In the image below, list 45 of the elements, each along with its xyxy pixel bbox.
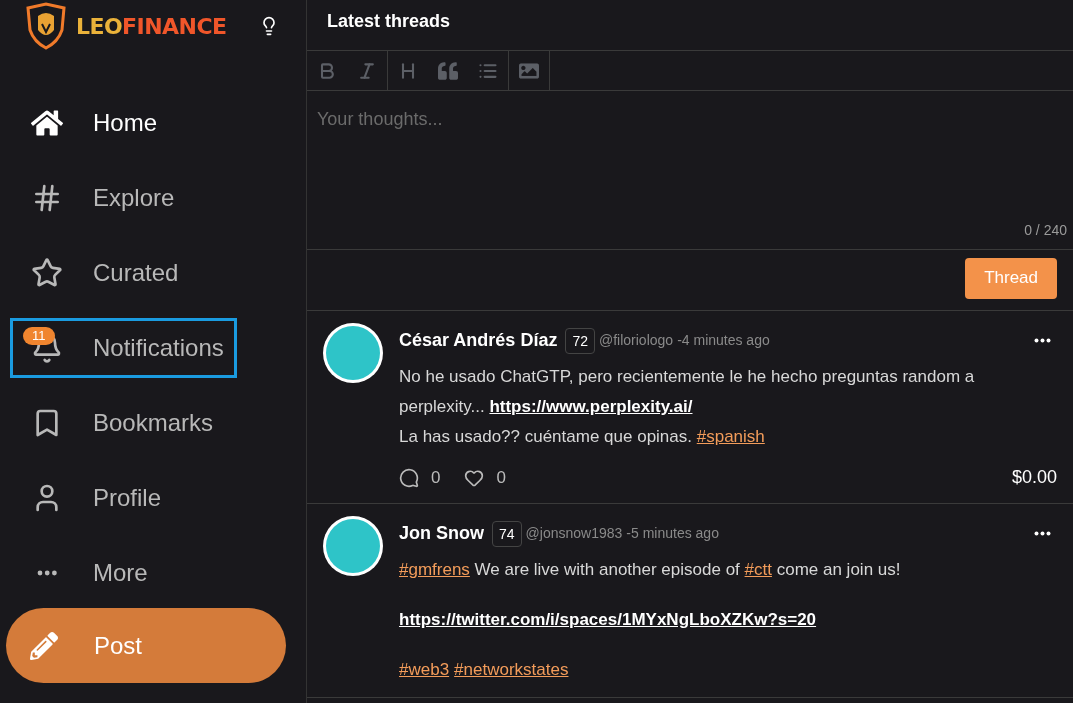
avatar[interactable] [323,516,383,576]
quote-icon [438,60,458,81]
star-icon [31,256,63,289]
avatar[interactable] [323,323,383,383]
heart-icon[interactable] [464,467,485,488]
nav-item[interactable]: More [10,542,161,603]
italic-icon [357,60,377,81]
image-icon [519,60,539,81]
post-time: -4 minutes ago [677,331,770,350]
hashtag-link[interactable]: #spanish [696,427,765,446]
comment-icon[interactable] [399,467,419,488]
character-counter: 0 / 240 [1024,221,1067,240]
nav-item[interactable]: Explore [10,167,188,228]
post-time: -5 minutes ago [626,524,719,543]
reputation-badge: 72 [565,327,595,354]
page-title: Latest threads [327,9,451,33]
hashtag-link[interactable]: #web3 [399,660,450,679]
hashtag-link[interactable]: #networkstates [454,660,569,679]
post-text: No he usado ChatGTP, pero recientemente le he hecho preguntas random a perplexity... https://www.perplexity.ai/ [399,366,976,418]
author-handle[interactable]: @jonsnow1983 [525,523,623,544]
author-handle[interactable]: @filoriologo [599,330,674,351]
pencil-icon [30,631,58,660]
payout-amount: $0.00 [1011,466,1057,489]
hashtag-link[interactable]: #gmfrens [399,560,470,579]
notification-badge: 11 [23,326,55,345]
nav-item[interactable]: Home [10,92,171,153]
nav-item[interactable]: Curated [10,242,192,303]
hashtag-link[interactable]: #ctt [744,560,772,579]
more-options-icon[interactable] [1034,531,1051,536]
nav-item[interactable]: Bookmarks [10,392,227,453]
comment-count: 0 [431,466,441,489]
ellipsis-icon[interactable] [36,569,58,576]
post-text: #gmfrens We are live with another episode of #ctt come an join us! [399,559,902,581]
nav-item[interactable]: 11 Notifications [10,317,237,378]
nav-item[interactable]: Profile [10,467,175,528]
url-link[interactable]: https://www.perplexity.ai/ [489,397,693,416]
reputation-badge: 74 [492,520,522,547]
like-count: 0 [496,466,506,489]
url-link[interactable]: https://twitter.com/i/spaces/1MYxNgLboXZKw?s=20 [399,610,817,629]
logo-text[interactable]: LEOFINANCE [76,9,227,43]
author-name[interactable]: Jon Snow [399,520,484,547]
more-options-icon[interactable] [1034,338,1051,343]
post-text: La has usado?? cuéntame que opinas. #spanish [399,426,766,448]
thought-input[interactable]: Your thoughts... [317,106,1063,206]
author-name[interactable]: César Andrés Díaz [399,327,558,354]
